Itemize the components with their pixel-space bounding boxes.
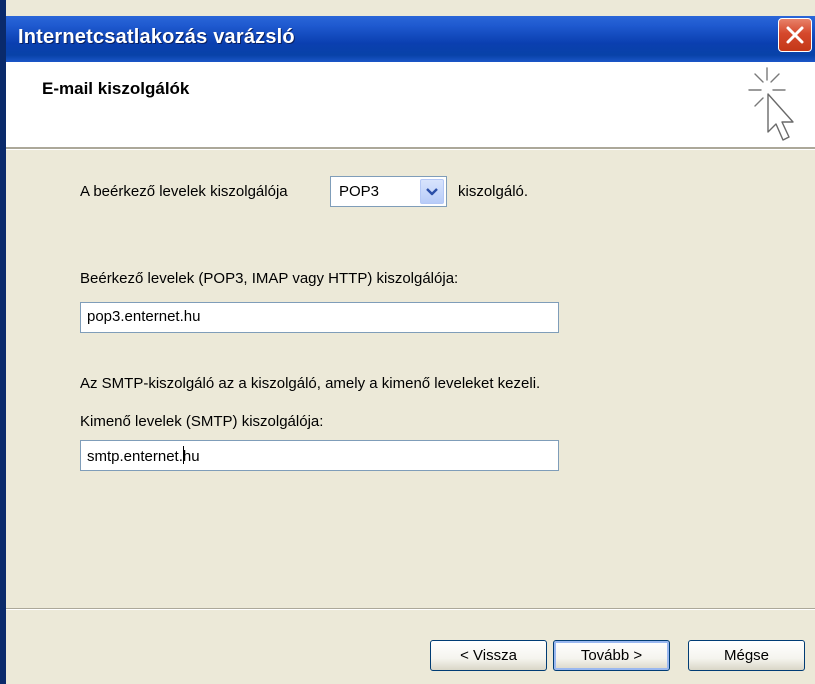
close-icon xyxy=(786,26,804,44)
wizard-cursor-icon xyxy=(748,67,794,141)
outgoing-value-start: smtp.enternet. xyxy=(87,448,183,465)
incoming-type-value: POP3 xyxy=(339,183,380,200)
footer-divider xyxy=(6,608,815,610)
outgoing-value-end: hu xyxy=(182,448,200,465)
wizard-window: Internetcsatlakozás varázsló E-mail kisz… xyxy=(0,0,815,684)
cancel-button[interactable]: Mégse xyxy=(688,640,805,671)
wizard-header xyxy=(6,62,815,147)
incoming-server-label: Beérkező levelek (POP3, IMAP vagy HTTP) … xyxy=(80,270,459,287)
next-button[interactable]: Tovább > xyxy=(553,640,670,671)
smtp-info-text: Az SMTP-kiszolgáló az a kiszolgáló, amel… xyxy=(80,375,541,392)
window-title: Internetcsatlakozás varázsló xyxy=(18,26,295,48)
incoming-server-input[interactable]: pop3.enternet.hu xyxy=(80,302,559,333)
outgoing-server-label: Kimenő levelek (SMTP) kiszolgálója: xyxy=(80,413,324,430)
incoming-type-suffix: kiszolgáló. xyxy=(458,183,529,200)
title-bar[interactable]: Internetcsatlakozás varázsló xyxy=(6,16,815,62)
incoming-server-value: pop3.enternet.hu xyxy=(87,308,201,325)
back-button[interactable]: < Vissza xyxy=(430,640,547,671)
page-title: E-mail kiszolgálók xyxy=(42,79,190,98)
header-divider xyxy=(6,147,815,150)
incoming-type-select[interactable]: POP3 xyxy=(330,176,447,207)
outgoing-server-value: smtp.enternet.hu xyxy=(87,446,200,465)
dropdown-button[interactable] xyxy=(420,179,444,204)
close-button[interactable] xyxy=(778,18,812,52)
outgoing-server-input[interactable]: smtp.enternet.hu xyxy=(80,440,559,471)
chevron-down-icon xyxy=(426,188,438,196)
incoming-type-label: A beérkező levelek kiszolgálója xyxy=(80,183,288,200)
